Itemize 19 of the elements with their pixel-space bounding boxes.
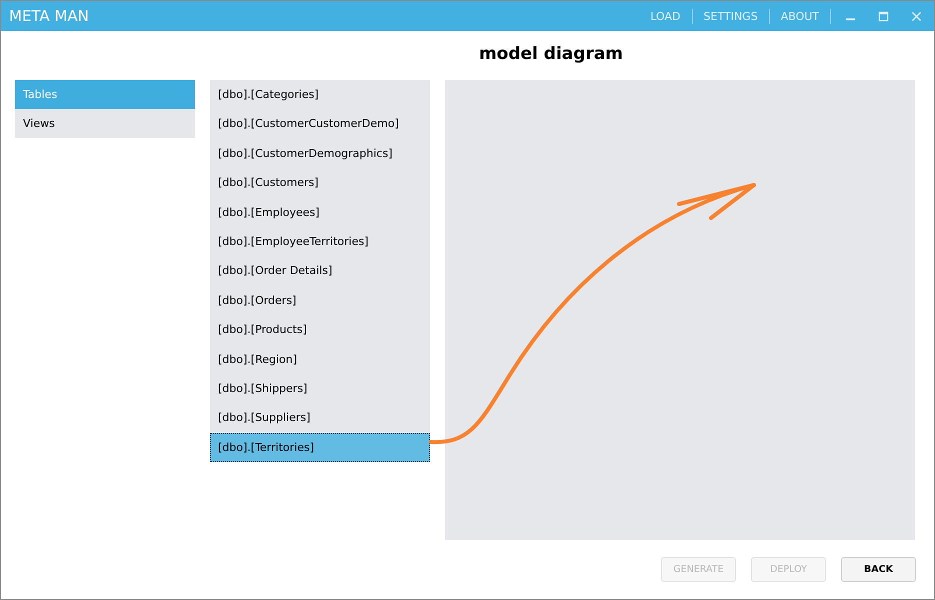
list-item[interactable]: [dbo].[Region] [210, 344, 430, 374]
action-button[interactable]: BACK [841, 557, 916, 582]
maximize-icon[interactable] [878, 10, 889, 22]
list-item[interactable]: [dbo].[CustomerCustomerDemo] [210, 109, 430, 139]
sidebar-item[interactable]: Views [15, 109, 195, 138]
list-item[interactable]: [dbo].[Shippers] [210, 374, 430, 404]
list-item[interactable]: [dbo].[Territories] [210, 432, 430, 462]
window-title: META MAN [9, 7, 90, 25]
list-item[interactable]: [dbo].[Suppliers] [210, 403, 430, 433]
list-item[interactable]: [dbo].[Customers] [210, 168, 430, 198]
list-item[interactable]: [dbo].[CustomerDemographics] [210, 138, 430, 168]
list-item[interactable]: [dbo].[Categories] [210, 80, 430, 110]
list-item[interactable]: [dbo].[EmployeeTerritories] [210, 226, 430, 256]
page-heading: model diagram [478, 44, 624, 66]
list-item[interactable]: [dbo].[Products] [210, 315, 430, 345]
list-item[interactable]: [dbo].[Employees] [210, 198, 430, 227]
close-icon[interactable] [911, 10, 922, 22]
list-item[interactable]: [dbo].[Orders] [210, 286, 430, 316]
list-item[interactable]: [dbo].[Order Details] [210, 256, 430, 286]
